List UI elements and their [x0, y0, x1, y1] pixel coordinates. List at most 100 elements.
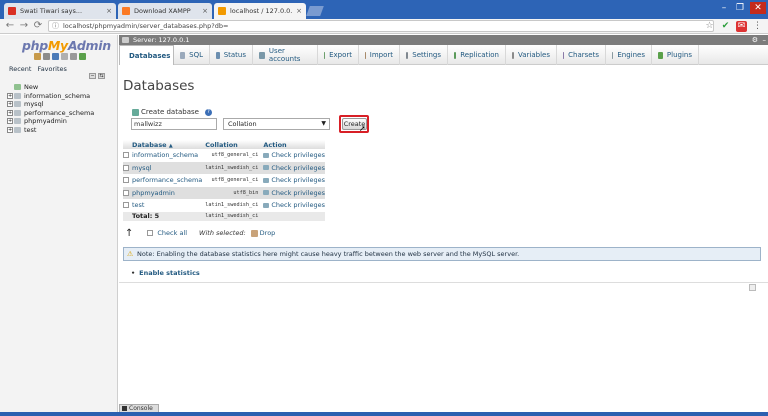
- drop-button[interactable]: Drop: [260, 229, 276, 237]
- tab-user-accounts[interactable]: User accounts: [254, 45, 318, 65]
- tree-item-label: test: [24, 125, 37, 134]
- recent-link[interactable]: Recent: [9, 65, 31, 73]
- expand-icon[interactable]: +: [7, 126, 13, 133]
- tab-import[interactable]: Import: [360, 45, 400, 65]
- header-database[interactable]: Database ▲: [129, 140, 203, 149]
- row-checkbox[interactable]: [123, 152, 129, 159]
- browser-tab-gmail[interactable]: Swati Tiwari says... ×: [4, 3, 116, 19]
- table-row: phpmyadmin utf8_bin Check privileges: [123, 186, 326, 199]
- expand-icon[interactable]: +: [7, 109, 13, 116]
- home-icon[interactable]: [34, 53, 41, 60]
- favorites-link[interactable]: Favorites: [38, 65, 67, 73]
- help-icon[interactable]: ?: [204, 108, 212, 116]
- check-all-checkbox[interactable]: [147, 230, 154, 236]
- database-name-input[interactable]: [131, 118, 217, 130]
- docs-icon[interactable]: [61, 53, 68, 60]
- collation-select[interactable]: Collation ▼: [223, 118, 330, 130]
- tree-item-label: New: [24, 83, 39, 92]
- row-checkbox[interactable]: [123, 177, 129, 184]
- tab-export[interactable]: Export: [319, 45, 359, 65]
- maximize-button[interactable]: ❐: [732, 2, 748, 14]
- browser-tab-phpmyadmin[interactable]: localhost / 127.0.0.1 | ph ×: [214, 3, 306, 19]
- tree-item-test[interactable]: + test: [7, 126, 94, 135]
- row-checkbox[interactable]: [123, 202, 129, 209]
- collation-cell: latin1_swedish_ci: [202, 199, 261, 212]
- reload-icon[interactable]: ⟳: [32, 20, 44, 32]
- tab-charsets[interactable]: Charsets: [558, 45, 606, 65]
- help-icon[interactable]: [52, 53, 59, 60]
- expand-icon[interactable]: +: [7, 92, 13, 99]
- page-settings-icon[interactable]: [749, 284, 756, 291]
- close-icon[interactable]: ×: [202, 7, 208, 15]
- tree-item-phpmyadmin[interactable]: + phpmyadmin: [7, 117, 94, 126]
- database-icon: [14, 126, 21, 133]
- tab-plugins[interactable]: Plugins: [653, 45, 699, 65]
- tree-item-performance-schema[interactable]: + performance_schema: [7, 109, 94, 118]
- browser-tab-xampp[interactable]: Download XAMPP ×: [118, 3, 212, 19]
- tab-replication[interactable]: Replication: [449, 45, 506, 65]
- main-menu: Databases SQL Status User accounts Expor…: [119, 45, 768, 65]
- tree-item-new[interactable]: New: [7, 83, 94, 92]
- variables-icon: [512, 51, 514, 59]
- database-link[interactable]: phpmyadmin: [129, 186, 203, 199]
- new-tab-button[interactable]: [306, 6, 324, 16]
- check-privileges-link[interactable]: Check privileges: [260, 174, 326, 187]
- check-privileges-link[interactable]: Check privileges: [260, 199, 326, 212]
- reload-nav-icon[interactable]: [79, 53, 86, 60]
- extension-check-icon[interactable]: ✔: [720, 21, 731, 32]
- tree-item-information-schema[interactable]: + information_schema: [7, 92, 94, 101]
- database-link[interactable]: mysql: [129, 161, 203, 174]
- database-link[interactable]: performance_schema: [129, 174, 203, 187]
- logout-icon[interactable]: [43, 53, 50, 60]
- check-privileges-link[interactable]: Check privileges: [260, 161, 326, 174]
- server-breadcrumb: Server: 127.0.0.1 ⚙ –: [119, 35, 768, 45]
- link-with-main-icon[interactable]: ⇆: [98, 73, 105, 79]
- back-icon[interactable]: ←: [4, 20, 16, 32]
- with-selected-label: With selected:: [199, 229, 246, 237]
- server-label[interactable]: Server: 127.0.0.1: [133, 36, 189, 44]
- privileges-icon: [263, 177, 270, 183]
- collapse-all-icon[interactable]: −: [89, 73, 96, 79]
- address-bar[interactable]: ⓘ localhost/phpmyadmin/server_databases.…: [48, 20, 714, 32]
- settings-icon[interactable]: [70, 53, 77, 60]
- tab-variables[interactable]: Variables: [507, 45, 557, 65]
- tab-status[interactable]: Status: [211, 45, 253, 65]
- chevron-down-icon: ▼: [321, 120, 326, 127]
- database-link[interactable]: information_schema: [129, 149, 203, 162]
- statistics-notice: ⚠ Note: Enabling the database statistics…: [123, 247, 761, 261]
- close-icon[interactable]: ×: [296, 7, 302, 15]
- expand-icon[interactable]: +: [7, 101, 13, 108]
- extension-red-icon[interactable]: ✉: [736, 21, 747, 32]
- row-checkbox[interactable]: [123, 164, 129, 171]
- tab-databases[interactable]: Databases: [119, 45, 174, 65]
- page-info-icon[interactable]: ⓘ: [52, 21, 59, 32]
- tree-item-mysql[interactable]: + mysql: [7, 100, 94, 109]
- mouse-cursor-icon: ➚: [359, 124, 366, 133]
- check-privileges-link[interactable]: Check privileges: [260, 149, 326, 162]
- close-window-button[interactable]: ✕: [750, 2, 766, 14]
- database-link[interactable]: test: [129, 199, 203, 212]
- collation-cell: utf8_bin: [202, 186, 261, 199]
- url-text: localhost/phpmyadmin/server_databases.ph…: [63, 22, 229, 30]
- tab-sql[interactable]: SQL: [175, 45, 210, 65]
- forward-icon[interactable]: →: [18, 20, 30, 32]
- privileges-icon: [263, 202, 270, 208]
- privileges-icon: [263, 152, 270, 158]
- bookmark-star-icon[interactable]: ☆: [704, 21, 715, 32]
- row-checkbox[interactable]: [123, 189, 129, 196]
- phpmyadmin-icon: [218, 7, 226, 15]
- minimize-button[interactable]: –: [716, 2, 732, 14]
- chrome-menu-icon[interactable]: ⋮: [752, 21, 763, 32]
- check-all-label[interactable]: Check all: [157, 229, 187, 237]
- check-privileges-link[interactable]: Check privileges: [260, 186, 326, 199]
- enable-statistics-link[interactable]: • Enable statistics: [131, 269, 200, 277]
- expand-icon[interactable]: +: [7, 118, 13, 125]
- database-tree: New + information_schema + mysql + perfo…: [7, 83, 94, 134]
- collapse-top-icon[interactable]: –: [763, 35, 767, 45]
- header-collation[interactable]: Collation: [202, 140, 261, 149]
- gear-icon[interactable]: ⚙: [752, 35, 758, 45]
- phpmyadmin-logo[interactable]: phpMyAdmin: [22, 38, 111, 53]
- close-icon[interactable]: ×: [106, 7, 112, 15]
- tab-settings[interactable]: Settings: [401, 45, 448, 65]
- tab-engines[interactable]: Engines: [607, 45, 652, 65]
